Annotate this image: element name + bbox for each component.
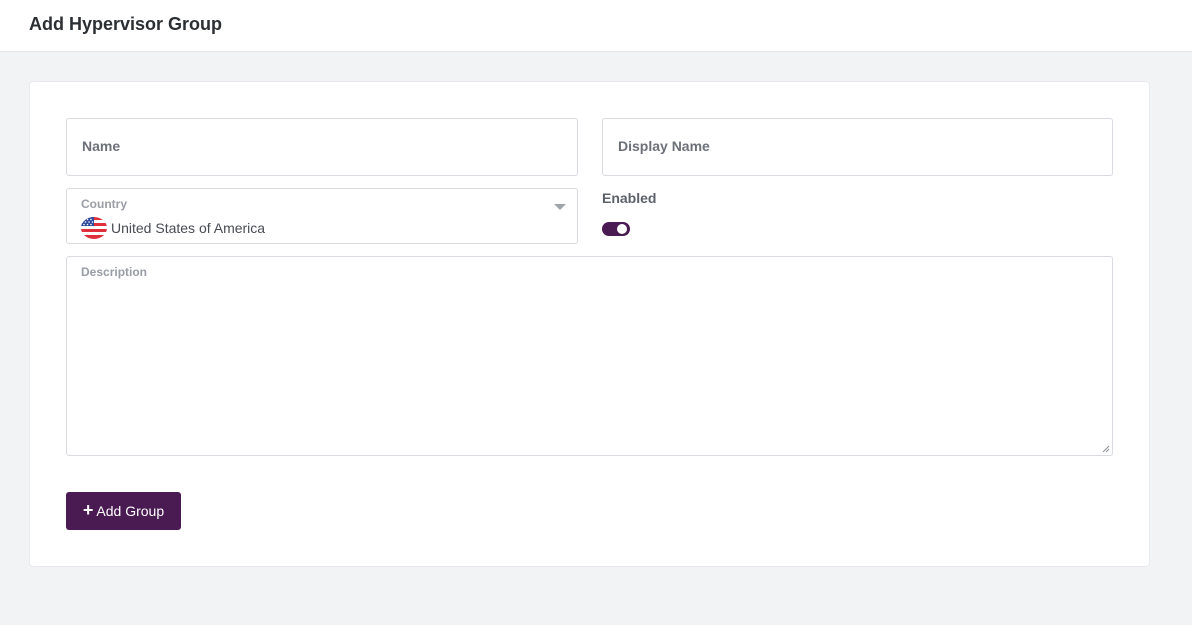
add-group-label: Add Group: [96, 503, 165, 519]
country-value-text: United States of America: [111, 220, 266, 236]
display-name-placeholder: Display Name: [618, 138, 710, 154]
us-flag-icon: [81, 217, 107, 239]
toggle-knob: [617, 224, 627, 234]
name-field[interactable]: Name: [66, 118, 578, 176]
chevron-down-icon[interactable]: [554, 204, 566, 210]
page-header: Add Hypervisor Group: [0, 0, 1192, 52]
add-group-button[interactable]: + Add Group: [66, 492, 181, 530]
resize-grip-icon[interactable]: [1102, 445, 1110, 453]
country-selected-value: United States of America: [81, 217, 265, 239]
name-placeholder: Name: [82, 138, 121, 154]
display-name-field[interactable]: Display Name: [602, 118, 1113, 176]
description-textarea[interactable]: Description: [66, 256, 1113, 456]
form-card: Name Display Name Country United States …: [29, 81, 1150, 567]
country-select[interactable]: Country United States of America: [66, 188, 578, 244]
description-placeholder: Description: [81, 265, 148, 279]
plus-icon: +: [82, 500, 94, 520]
enabled-label: Enabled: [602, 190, 657, 206]
country-label: Country: [81, 197, 127, 211]
page-title: Add Hypervisor Group: [29, 14, 223, 34]
enabled-toggle[interactable]: [602, 222, 630, 236]
